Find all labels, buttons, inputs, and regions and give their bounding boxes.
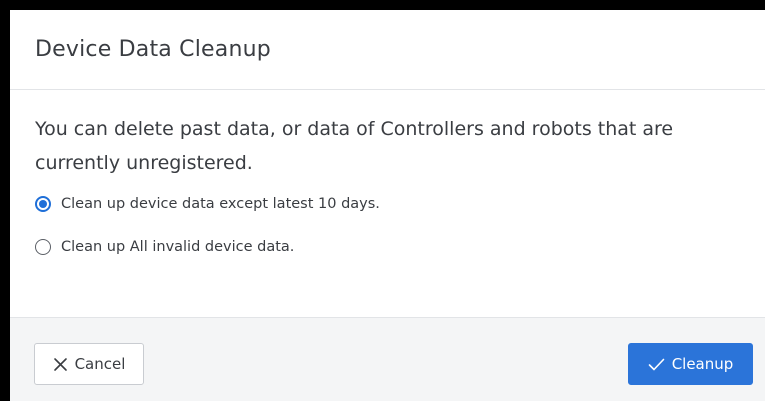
cleanup-label: Cleanup — [671, 355, 734, 373]
option-all-invalid[interactable]: Clean up All invalid device data. — [35, 236, 740, 258]
dialog-description: You can delete past data, or data of Con… — [35, 118, 674, 174]
cancel-button[interactable]: Cancel — [34, 343, 144, 385]
option-label[interactable]: Clean up All invalid device data. — [61, 239, 294, 255]
dialog-footer: Cancel Cleanup — [10, 317, 765, 401]
option-label[interactable]: Clean up device data except latest 10 da… — [61, 196, 380, 212]
cancel-label: Cancel — [74, 355, 126, 373]
dialog-body: You can delete past data, or data of Con… — [10, 90, 765, 317]
close-icon — [53, 357, 67, 371]
dialog-title: Device Data Cleanup — [35, 37, 271, 62]
cleanup-button[interactable]: Cleanup — [628, 343, 753, 385]
dialog-header: Device Data Cleanup — [10, 10, 765, 90]
option-latest-10-days[interactable]: Clean up device data except latest 10 da… — [35, 193, 740, 215]
radio-button-unselected[interactable] — [35, 239, 51, 255]
check-icon — [648, 358, 664, 370]
cleanup-dialog: Device Data Cleanup You can delete past … — [10, 10, 765, 401]
radio-button-selected[interactable] — [35, 196, 51, 212]
radio-dot — [39, 200, 47, 208]
